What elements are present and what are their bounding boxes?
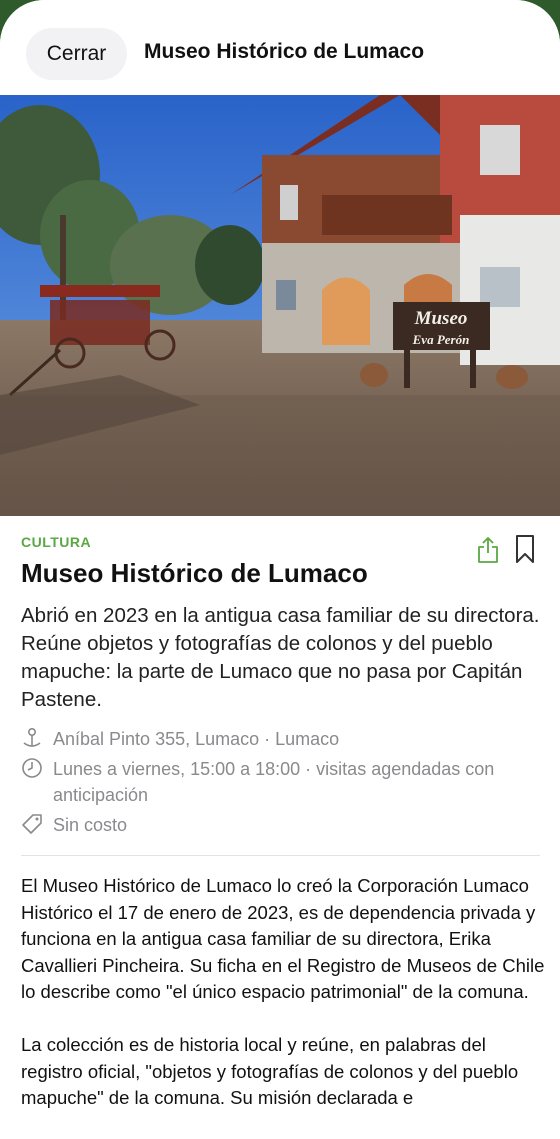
price-row: Sin costo xyxy=(21,812,127,838)
sign-text-line1: Museo xyxy=(414,308,468,329)
price-tag-icon xyxy=(22,814,42,834)
place-summary: Abrió en 2023 en la antigua casa familia… xyxy=(21,604,540,711)
hours-text: Lunes a viernes, 15:00 a 18:00 · visitas… xyxy=(53,759,495,805)
museum-photo: Museo Eva Perón xyxy=(0,95,560,516)
sign-text-line2: Eva Perón xyxy=(412,332,470,347)
hero-photo: Museo Eva Perón xyxy=(0,95,560,516)
hours-row: Lunes a viernes, 15:00 a 18:00 · visitas… xyxy=(21,756,533,808)
share-icon[interactable] xyxy=(476,536,500,564)
location-pin-icon xyxy=(23,727,41,747)
description-body: El Museo Histórico de Lumaco lo creó la … xyxy=(21,873,546,1138)
description-paragraph: El Museo Histórico de Lumaco lo creó la … xyxy=(21,875,545,1003)
price-text: Sin costo xyxy=(53,815,128,835)
clock-icon xyxy=(22,758,42,778)
description-paragraph: La colección es de historia local y reún… xyxy=(21,1033,519,1109)
category-label: CULTURA xyxy=(21,534,92,550)
place-title: Museo Histórico de Lumaco xyxy=(21,558,368,588)
top-bar: Cerrar Museo Histórico de Lumaco xyxy=(0,0,560,95)
nav-title: Museo Histórico de Lumaco xyxy=(144,40,425,63)
section-divider xyxy=(21,855,540,856)
bookmark-icon[interactable] xyxy=(514,534,536,564)
close-button[interactable]: Cerrar xyxy=(26,28,127,80)
detail-sheet: Cerrar Museo Histórico de Lumaco Museo E… xyxy=(0,0,560,1139)
address-text: Aníbal Pinto 355, Lumaco · Lumaco xyxy=(53,729,340,749)
address-row[interactable]: Aníbal Pinto 355, Lumaco · Lumaco xyxy=(21,726,339,752)
